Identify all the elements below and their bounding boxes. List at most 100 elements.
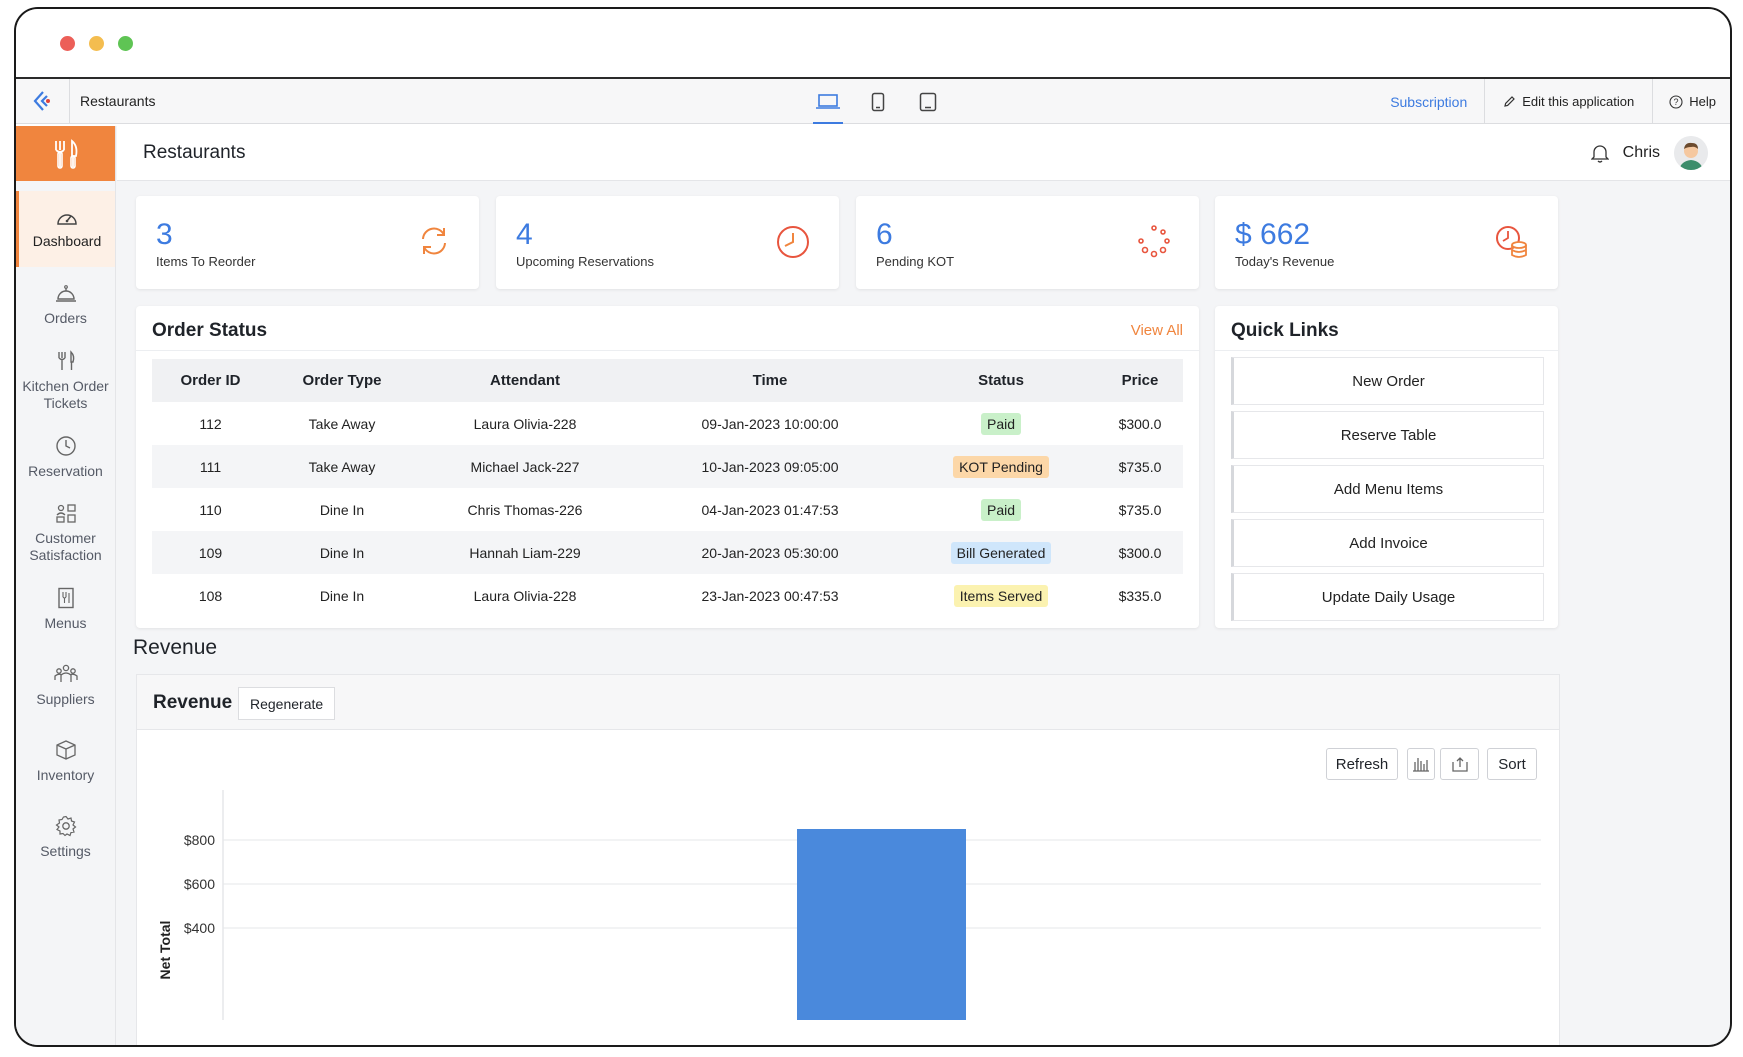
price-cell: $735.0 bbox=[1118, 501, 1162, 518]
clock-icon bbox=[55, 435, 76, 456]
sidebar-item-kitchen-order-tickets[interactable]: Kitchen Order Tickets bbox=[16, 343, 115, 419]
page-header: Restaurants Chris bbox=[117, 126, 1730, 181]
stat-label: Pending KOT bbox=[876, 254, 955, 269]
restaurant-brand-icon[interactable] bbox=[16, 126, 115, 181]
chart-type-button[interactable] bbox=[1407, 748, 1435, 780]
edit-application-label: Edit this application bbox=[1522, 94, 1635, 109]
app-logo-icon[interactable] bbox=[16, 78, 70, 124]
sidebar-item-orders[interactable]: Orders bbox=[16, 267, 115, 343]
regenerate-button[interactable]: Regenerate bbox=[238, 687, 336, 720]
price-cell: $300.0 bbox=[1097, 531, 1183, 574]
desktop-view-button[interactable] bbox=[813, 79, 843, 124]
order-status-panel: Order Status View All Order ID Order Typ… bbox=[136, 306, 1199, 628]
time-cell: 20-Jan-2023 05:30:00 bbox=[635, 531, 905, 574]
revenue-chart: $800 $600 $400 Net Total bbox=[157, 790, 1541, 1020]
table-row[interactable]: 108 Dine In Laura Olivia-228 23-Jan-2023… bbox=[152, 574, 1183, 617]
attendant-cell: Laura Olivia-228 bbox=[473, 587, 577, 604]
order-type-cell: Take Away bbox=[269, 445, 415, 488]
order-id-cell: 111 bbox=[152, 445, 269, 488]
browser-window: Restaurants Subscription Edit this appli… bbox=[14, 7, 1732, 1047]
sidebar-item-label: Suppliers bbox=[36, 690, 95, 707]
user-name[interactable]: Chris bbox=[1623, 144, 1660, 162]
column-header[interactable]: Order ID bbox=[152, 359, 269, 402]
table-row[interactable]: 109 Dine In Hannah Liam-229 20-Jan-2023 … bbox=[152, 531, 1183, 574]
desktop-icon bbox=[816, 93, 840, 109]
sort-button[interactable]: Sort bbox=[1487, 748, 1537, 780]
gear-icon bbox=[54, 815, 76, 836]
refresh-button[interactable]: Refresh bbox=[1326, 748, 1398, 780]
quick-link-add-menu-items[interactable]: Add Menu Items bbox=[1231, 465, 1544, 513]
status-cell: Paid bbox=[905, 402, 1097, 445]
export-icon bbox=[1451, 757, 1468, 772]
minimize-window-button[interactable] bbox=[89, 36, 104, 51]
order-id-cell: 112 bbox=[199, 415, 222, 432]
page-title: Restaurants bbox=[143, 142, 246, 163]
bar bbox=[797, 829, 966, 1020]
order-type-cell: Dine In bbox=[319, 587, 365, 604]
sidebar-item-customer-satisfaction[interactable]: Customer Satisfaction bbox=[16, 495, 115, 571]
coins-clock-icon bbox=[1496, 226, 1527, 258]
status-badge: Bill Generated bbox=[950, 541, 1052, 564]
status-badge: Paid bbox=[980, 498, 1022, 521]
view-all-link[interactable]: View All bbox=[1131, 322, 1183, 339]
table-header-row: Order ID Order Type Attendant Time Statu… bbox=[152, 359, 1183, 402]
y-tick-label: $800 bbox=[184, 832, 215, 848]
tablet-icon bbox=[871, 92, 885, 111]
stat-value: 6 bbox=[876, 218, 893, 251]
mobile-view-button[interactable] bbox=[913, 79, 943, 124]
column-header[interactable]: Time bbox=[635, 359, 905, 402]
attendant-cell: Chris Thomas-226 bbox=[467, 501, 583, 518]
stat-value: 4 bbox=[516, 218, 533, 251]
stat-card-pending-kot[interactable]: 6 Pending KOT bbox=[856, 196, 1199, 289]
dashboard-icon bbox=[57, 213, 77, 225]
stat-value: 3 bbox=[156, 218, 173, 251]
sidebar-item-reservation[interactable]: Reservation bbox=[16, 419, 115, 495]
stat-card-items-to-reorder[interactable]: 3 Items To Reorder bbox=[136, 196, 479, 289]
time-cell: 10-Jan-2023 09:05:00 bbox=[635, 445, 905, 488]
sidebar-item-inventory[interactable]: Inventory bbox=[16, 723, 115, 799]
table-row[interactable]: 112 Take Away Laura Olivia-228 09-Jan-20… bbox=[152, 402, 1183, 445]
utensils-icon bbox=[57, 350, 74, 370]
column-header[interactable]: Status bbox=[905, 359, 1097, 402]
table-row[interactable]: 110 Dine In Chris Thomas-226 04-Jan-2023… bbox=[152, 488, 1183, 531]
maximize-window-button[interactable] bbox=[118, 36, 133, 51]
avatar[interactable] bbox=[1674, 136, 1708, 170]
sidebar-item-label: Customer Satisfaction bbox=[29, 530, 102, 563]
sidebar: Dashboard Orders Kitchen Order Tickets R… bbox=[16, 126, 116, 1045]
stat-card-todays-revenue[interactable]: $ 662 Today's Revenue bbox=[1215, 196, 1558, 289]
help-label: Help bbox=[1689, 94, 1716, 109]
subscription-link[interactable]: Subscription bbox=[1373, 94, 1484, 110]
quick-link-add-invoice[interactable]: Add Invoice bbox=[1231, 519, 1544, 567]
column-header[interactable]: Price bbox=[1097, 359, 1183, 402]
sidebar-item-settings[interactable]: Settings bbox=[16, 799, 115, 875]
column-header[interactable]: Attendant bbox=[415, 359, 635, 402]
sidebar-item-label: Dashboard bbox=[32, 232, 102, 249]
attendant-cell: Michael Jack-227 bbox=[415, 445, 635, 488]
export-button[interactable] bbox=[1440, 748, 1479, 780]
revenue-report-card: Revenue Regenerate Refresh Sort $800 $600… bbox=[136, 674, 1560, 1045]
sidebar-item-suppliers[interactable]: Suppliers bbox=[16, 647, 115, 723]
close-window-button[interactable] bbox=[60, 36, 75, 51]
order-status-title: Order Status bbox=[152, 320, 268, 341]
column-header[interactable]: Order Type bbox=[269, 359, 415, 402]
quick-link-reserve-table[interactable]: Reserve Table bbox=[1231, 411, 1544, 459]
mobile-icon bbox=[919, 92, 937, 111]
sidebar-item-menus[interactable]: Menus bbox=[16, 571, 115, 647]
quick-link-update-daily-usage[interactable]: Update Daily Usage bbox=[1231, 573, 1544, 621]
table-row[interactable]: 111 Take Away Michael Jack-227 10-Jan-20… bbox=[152, 445, 1183, 488]
sidebar-item-dashboard[interactable]: Dashboard bbox=[16, 191, 115, 267]
status-badge: Items Served bbox=[953, 584, 1049, 607]
help-button[interactable]: ? Help bbox=[1652, 79, 1730, 124]
sidebar-item-label: Inventory bbox=[36, 766, 95, 783]
device-switcher bbox=[813, 79, 943, 124]
stat-card-upcoming-reservations[interactable]: 4 Upcoming Reservations bbox=[496, 196, 839, 289]
svg-text:?: ? bbox=[1674, 97, 1679, 107]
notification-bell-icon[interactable] bbox=[1590, 143, 1609, 163]
menu-book-icon bbox=[57, 587, 74, 608]
revenue-section-title: Revenue bbox=[133, 636, 218, 659]
sidebar-item-label: Menus bbox=[44, 614, 87, 631]
quick-link-new-order[interactable]: New Order bbox=[1231, 357, 1544, 405]
status-badge: Paid bbox=[980, 412, 1022, 435]
tablet-view-button[interactable] bbox=[863, 79, 893, 124]
edit-application-button[interactable]: Edit this application bbox=[1484, 79, 1652, 124]
